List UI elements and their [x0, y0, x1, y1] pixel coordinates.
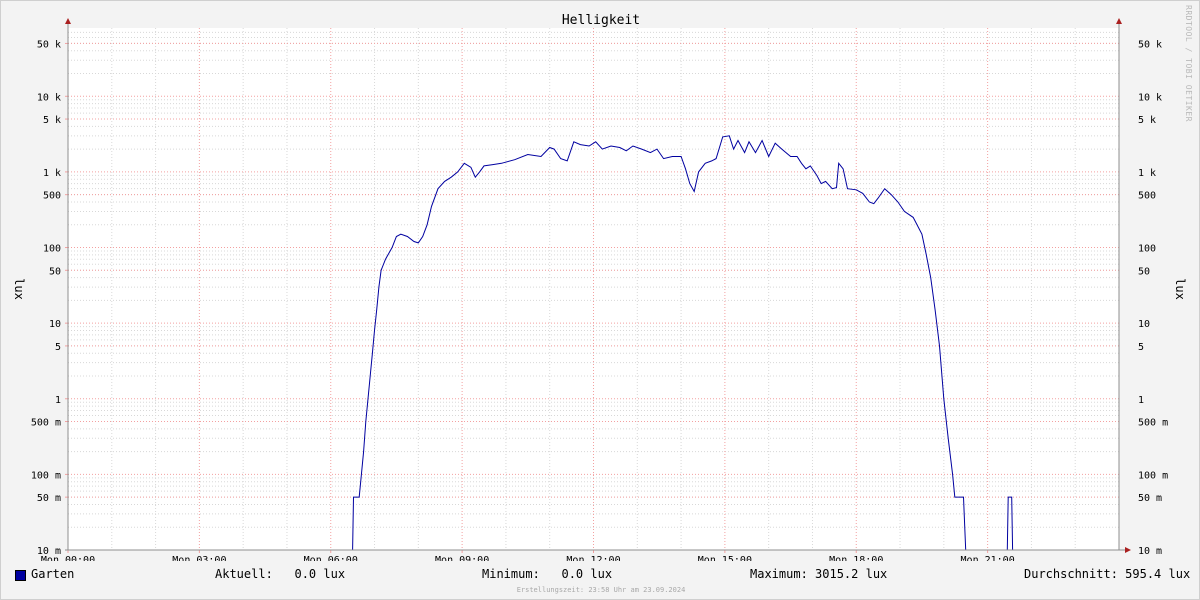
legend-minimum: Minimum: 0.0 lux	[482, 567, 613, 581]
x-tick-label: Mon 06:00	[304, 555, 358, 561]
line-chart: 50 k 10 k 5 k 1 k 500 100 50 10 5 1 500 m 100 m 50 m…	[12, 13, 1187, 561]
y-tick-label: 1	[55, 395, 61, 406]
legend-average: Durchschnitt: 595.4 lux	[1024, 567, 1191, 581]
y-tick-label: 500 m	[31, 418, 61, 429]
y-tick-labels-left: 50 k 10 k 5 k 1 k 500 100 50 10 5 1 500 m 100 m 50 m…	[31, 39, 61, 557]
chart-title: Helligkeit	[562, 13, 640, 28]
y-tick-label-right: 10 m	[1138, 546, 1162, 557]
y-tick-label: 50 m	[37, 493, 61, 504]
y-tick-label: 50 k	[37, 39, 61, 50]
y-tick-label-right: 10	[1138, 319, 1150, 330]
graph-canvas: 50 k 10 k 5 k 1 k 500 100 50 10 5 1 500 m 100 m 50 m…	[0, 0, 1200, 600]
y-tick-label-right: 50 k	[1138, 39, 1162, 50]
y-tick-label-right: 500	[1138, 191, 1156, 202]
x-tick-label: Mon 21:00	[961, 555, 1015, 561]
legend-maximum: Maximum: 3015.2 lux	[750, 567, 888, 581]
x-tick-label: Mon 15:00	[698, 555, 752, 561]
creation-timestamp: Erstellungszeit: 23:58 Uhr am 23.09.2024	[516, 586, 686, 594]
x-tick-label: Mon 09:00	[435, 555, 489, 561]
y-axis-arrow-right	[1116, 18, 1122, 24]
y-tick-label-right: 100	[1138, 244, 1156, 255]
y-axis-label-right: lux	[1173, 278, 1187, 300]
y-tick-label: 100	[43, 244, 61, 255]
y-tick-labels-right: 50 k 10 k 5 k 1 k 500 100 50 10 5 1 500 m 100 m 50 m…	[1138, 39, 1168, 557]
x-tick-label: Mon 18:00	[829, 555, 883, 561]
legend-current: Aktuell: 0.0 lux	[215, 567, 346, 581]
y-tick-label-right: 500 m	[1138, 418, 1168, 429]
y-axis-label-left: lux	[12, 278, 26, 300]
x-tick-label: Mon 12:00	[566, 555, 620, 561]
y-tick-label-right: 5	[1138, 342, 1144, 353]
y-tick-label-right: 1	[1138, 395, 1144, 406]
y-tick-label-right: 5 k	[1138, 115, 1156, 126]
y-tick-label-right: 10 k	[1138, 92, 1162, 103]
y-tick-label-right: 1 k	[1138, 168, 1156, 179]
y-tick-label: 10	[49, 319, 61, 330]
y-tick-label-right: 100 m	[1138, 470, 1168, 481]
y-axis-arrow-left	[65, 18, 71, 24]
y-tick-label: 10 k	[37, 92, 61, 103]
y-tick-label: 1 k	[43, 168, 61, 179]
y-tick-label: 50	[49, 266, 61, 277]
y-tick-label-right: 50 m	[1138, 493, 1162, 504]
legend-swatch-garten	[15, 570, 26, 581]
y-tick-label: 500	[43, 191, 61, 202]
x-tick-label: Mon 03:00	[172, 555, 226, 561]
rrdtool-watermark: RRDTOOL / TOBI OETIKER	[1184, 5, 1193, 122]
x-axis-arrow	[1125, 547, 1131, 553]
legend-series-name: Garten	[31, 567, 75, 581]
x-tick-label: Mon 00:00	[41, 555, 95, 561]
x-tick-labels: Mon 00:00 Mon 03:00 Mon 06:00 Mon 09:00 Mon …	[41, 555, 1015, 561]
y-tick-label-right: 50	[1138, 266, 1150, 277]
y-tick-label: 100 m	[31, 470, 61, 481]
y-tick-label: 5	[55, 342, 61, 353]
y-tick-label: 5 k	[43, 115, 61, 126]
